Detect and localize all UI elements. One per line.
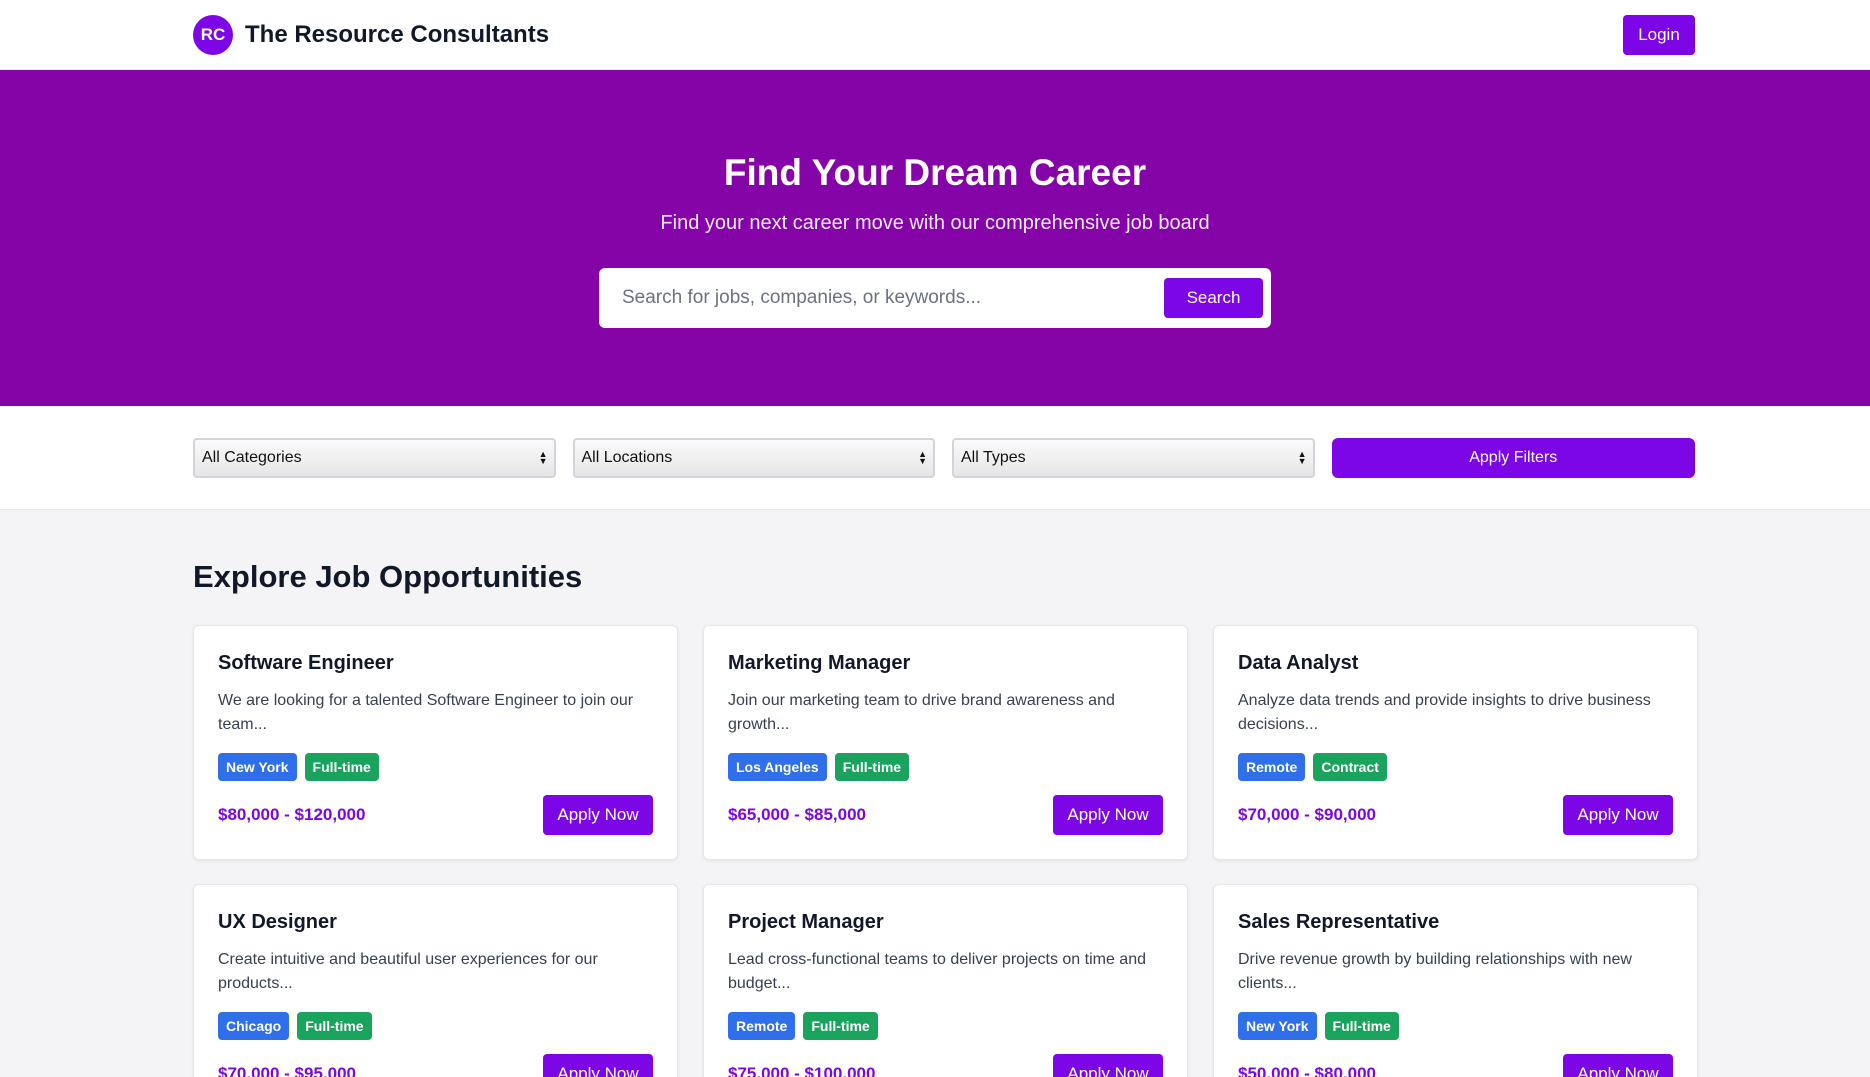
job-type-tag: Full-time — [297, 1012, 372, 1040]
job-description: Join our marketing team to drive brand a… — [728, 692, 1115, 733]
salary: $50,000 - $80,000 — [1238, 1064, 1377, 1077]
job-type-tag: Contract — [1313, 753, 1387, 781]
job-title[interactable]: Data Analyst — [1238, 652, 1673, 675]
filters-bar: All Categories ▲ ▼ All Locations ▲ ▼ All T… — [0, 406, 1870, 510]
select-arrows-icon: ▲ ▼ — [1297, 448, 1307, 466]
apply-now-button[interactable]: Apply Now — [1563, 795, 1673, 835]
select-arrows-icon: ▲ ▼ — [918, 448, 927, 466]
main-content: Explore Job Opportunities Software Engin… — [0, 510, 1870, 1077]
job-description: We are looking for a talented Software E… — [218, 692, 634, 733]
apply-now-button[interactable]: Apply Now — [1053, 795, 1163, 835]
job-tags: Los Angeles Full-time — [728, 753, 1163, 781]
job-title[interactable]: Sales Representative — [1238, 911, 1673, 934]
location-select-value: All Locations — [581, 448, 673, 466]
location-tag: Los Angeles — [728, 753, 827, 781]
type-select-value: All Types — [961, 448, 1026, 466]
salary: $75,000 - $100,000 — [728, 1064, 876, 1077]
select-arrows-icon: ▲ ▼ — [538, 448, 548, 466]
job-title[interactable]: Software Engineer — [218, 652, 653, 675]
job-tags: Chicago Full-time — [218, 1012, 653, 1040]
job-card: UX Designer Create intuitive and beautif… — [193, 884, 678, 1077]
type-select[interactable]: All Types ▲ ▼ — [952, 437, 1315, 478]
job-card: Data Analyst Analyze data trends and pro… — [1213, 625, 1698, 860]
apply-now-button[interactable]: Apply Now — [543, 795, 653, 835]
job-type-tag: Full-time — [834, 753, 910, 781]
job-card-footer: $70,000 - $95,000 Apply Now — [218, 1054, 653, 1077]
job-tags: New York Full-time — [218, 753, 653, 781]
search-box: Search — [599, 268, 1271, 328]
job-card-footer: $50,000 - $80,000 Apply Now — [1238, 1054, 1673, 1077]
job-card-footer: $65,000 - $85,000 Apply Now — [728, 795, 1163, 835]
job-card: Sales Representative Drive revenue growt… — [1213, 884, 1698, 1077]
category-select[interactable]: All Categories ▲ ▼ — [193, 437, 556, 478]
job-tags: Remote Contract — [1238, 753, 1673, 781]
job-card: Software Engineer We are looking for a t… — [193, 625, 678, 860]
location-tag: Remote — [728, 1012, 796, 1040]
hero-subtitle: Find your next career move with our comp… — [660, 212, 1210, 234]
job-type-tag: Full-time — [1324, 1012, 1399, 1040]
salary: $70,000 - $90,000 — [1238, 805, 1377, 824]
login-button[interactable]: Login — [1623, 14, 1695, 55]
job-description: Create intuitive and beautiful user expe… — [218, 951, 598, 992]
job-type-tag: Full-time — [803, 1012, 878, 1040]
location-tag: Remote — [1238, 753, 1306, 781]
section-title: Explore Job Opportunities — [193, 559, 583, 594]
location-select[interactable]: All Locations ▲ ▼ — [572, 437, 935, 478]
salary: $65,000 - $85,000 — [728, 805, 867, 824]
apply-filters-button[interactable]: Apply Filters — [1331, 437, 1695, 478]
apply-now-button[interactable]: Apply Now — [1053, 1054, 1163, 1077]
job-grid: Software Engineer We are looking for a t… — [193, 625, 1698, 1077]
brand-logo[interactable]: RC — [193, 14, 233, 55]
job-title[interactable]: Marketing Manager — [728, 652, 1163, 675]
search-input[interactable] — [622, 287, 1164, 309]
search-button[interactable]: Search — [1164, 278, 1263, 318]
job-card-footer: $75,000 - $100,000 Apply Now — [728, 1054, 1163, 1077]
job-description: Drive revenue growth by building relatio… — [1238, 951, 1632, 992]
category-select-value: All Categories — [202, 448, 302, 466]
job-description: Analyze data trends and provide insights… — [1238, 692, 1651, 733]
location-tag: New York — [218, 753, 297, 781]
salary: $70,000 - $95,000 — [218, 1064, 357, 1077]
hero-section: Find Your Dream Career Find your next ca… — [0, 70, 1870, 406]
job-title[interactable]: UX Designer — [218, 911, 653, 934]
job-tags: Remote Full-time — [728, 1012, 1163, 1040]
job-description: Lead cross-functional teams to deliver p… — [728, 951, 1146, 992]
apply-now-button[interactable]: Apply Now — [543, 1054, 653, 1077]
job-card-footer: $80,000 - $120,000 Apply Now — [218, 795, 653, 835]
job-tags: New York Full-time — [1238, 1012, 1673, 1040]
job-title[interactable]: Project Manager — [728, 911, 1163, 934]
hero-title: Find Your Dream Career — [723, 152, 1147, 193]
brand[interactable]: RC The Resource Consultants — [193, 14, 549, 55]
job-card-footer: $70,000 - $90,000 Apply Now — [1238, 795, 1673, 835]
job-card: Marketing Manager Join our marketing tea… — [703, 625, 1188, 860]
apply-now-button[interactable]: Apply Now — [1563, 1054, 1673, 1077]
brand-name[interactable]: The Resource Consultants — [245, 21, 549, 49]
salary: $80,000 - $120,000 — [218, 805, 366, 824]
job-type-tag: Full-time — [304, 753, 379, 781]
location-tag: New York — [1238, 1012, 1317, 1040]
location-tag: Chicago — [218, 1012, 290, 1040]
job-card: Project Manager Lead cross-functional te… — [703, 884, 1188, 1077]
site-header: RC The Resource Consultants Login — [0, 0, 1870, 70]
